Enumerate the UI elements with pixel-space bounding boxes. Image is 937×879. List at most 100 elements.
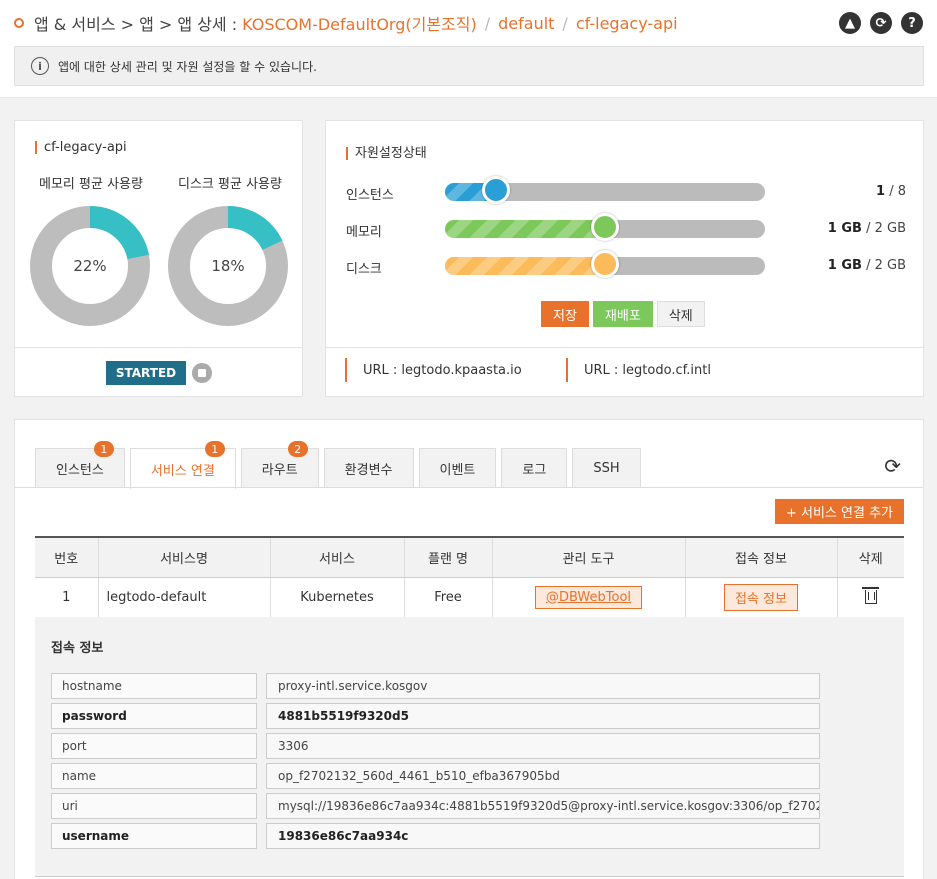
- breadcrumb-dot-icon: [14, 18, 24, 28]
- breadcrumb-separator: /: [562, 13, 568, 33]
- disk-usage-value: 18%: [211, 257, 245, 275]
- connection-row-name: name op_f2702132_560d_4461_b510_efba3679…: [51, 763, 821, 789]
- connection-key: hostname: [51, 673, 257, 699]
- service-type: Kubernetes: [269, 577, 404, 618]
- memory-usage-value: 22%: [73, 257, 107, 275]
- info-text: 앱에 대한 상세 관리 및 자원 설정을 할 수 있습니다.: [58, 59, 317, 74]
- disk-label: 디스크: [346, 262, 382, 277]
- instance-label: 인스턴스: [346, 188, 394, 203]
- connection-row-username: username 19836e86c7aa934c: [51, 823, 821, 849]
- column-header: 서비스: [269, 536, 404, 578]
- tab-routes[interactable]: 라우트 2: [240, 441, 319, 488]
- memory-usage-donut: 22%: [29, 205, 151, 327]
- service-instance-name: legtodo-default: [97, 577, 270, 618]
- connection-value: 4881b5519f9320d5: [266, 703, 820, 729]
- disk-usage-label: 디스크 평균 사용량: [178, 177, 282, 192]
- connection-value: mysql://19836e86c7aa934c:4881b5519f9320d…: [266, 793, 820, 819]
- breadcrumb-path: 앱 & 서비스 > 앱 > 앱 상세 :: [34, 15, 238, 34]
- memory-value: 1 GB / 2 GB: [827, 221, 906, 236]
- column-header: 접속 정보: [684, 536, 837, 578]
- service-binding-table: 번호 서비스명 서비스 플랜 명 관리 도구 접속 정보 삭제 1 legtod…: [35, 536, 904, 618]
- redeploy-button[interactable]: 재배포: [592, 301, 653, 327]
- app-status-button[interactable]: STARTED: [106, 361, 186, 385]
- tab-env-vars[interactable]: 환경변수: [323, 448, 414, 488]
- delete-button[interactable]: 삭제: [656, 301, 705, 327]
- breadcrumb-app: cf-legacy-api: [575, 13, 678, 33]
- connection-value: 3306: [266, 733, 820, 759]
- connection-key: password: [51, 703, 257, 729]
- breadcrumb: 앱 & 서비스 > 앱 > 앱 상세 : KOSCOM-DefaultOrg(기…: [14, 11, 678, 35]
- save-button[interactable]: 저장: [541, 301, 589, 327]
- instance-slider-handle[interactable]: [482, 176, 511, 204]
- connection-row-hostname: hostname proxy-intl.service.kosgov: [51, 673, 821, 699]
- detail-panel: 인스턴스 1 서비스 연결 1 라우트 2 환경변수 이벤트 로그 SSH ⟳ + 서…: [14, 419, 924, 879]
- connection-key: uri: [51, 793, 257, 819]
- connection-info-cell: 접속 정보: [684, 577, 837, 618]
- tab-service-binding[interactable]: 서비스 연결 1: [129, 441, 236, 489]
- management-tool-cell: @DBWebTool: [491, 577, 685, 618]
- table-row: 1 legtodo-default Kubernetes Free @DBWeb…: [35, 577, 904, 618]
- refresh-icon[interactable]: ⟳: [884, 454, 901, 478]
- memory-slider-fill: [445, 220, 605, 238]
- add-service-binding-button[interactable]: + 서비스 연결 추가: [774, 499, 904, 524]
- tab-badge: 2: [287, 441, 308, 457]
- instance-value: 1 / 8: [876, 184, 906, 199]
- instance-slider-row: 인스턴스 1 / 8: [346, 176, 906, 204]
- disk-value: 1 GB / 2 GB: [827, 258, 906, 273]
- header-actions: ▲ ⟳ ?: [839, 12, 923, 34]
- info-icon: i: [31, 57, 49, 75]
- connection-value: 19836e86c7aa934c: [266, 823, 820, 849]
- connection-value: op_f2702132_560d_4461_b510_efba367905bd: [266, 763, 820, 789]
- app-usage-card: cf-legacy-api 메모리 평균 사용량 디스크 평균 사용량 22% …: [14, 120, 303, 397]
- help-icon[interactable]: ?: [901, 12, 923, 34]
- connection-value: proxy-intl.service.kosgov: [266, 673, 820, 699]
- column-header: 서비스명: [97, 536, 270, 578]
- tab-ssh[interactable]: SSH: [572, 448, 641, 488]
- memory-slider-row: 메모리 1 GB / 2 GB: [346, 213, 906, 241]
- connection-key: name: [51, 763, 257, 789]
- disk-usage-donut: 18%: [167, 205, 289, 327]
- connection-info-title: 접속 정보: [51, 641, 104, 656]
- connection-info-button[interactable]: 접속 정보: [724, 583, 798, 611]
- app-url-1[interactable]: URL : legtodo.kpaasta.io: [345, 358, 522, 382]
- tab-badge: 1: [204, 441, 225, 457]
- tab-logs[interactable]: 로그: [501, 448, 568, 488]
- info-banner: i 앱에 대한 상세 관리 및 자원 설정을 할 수 있습니다.: [14, 46, 924, 86]
- app-url-2[interactable]: URL : legtodo.cf.intl: [566, 358, 711, 382]
- connection-key: port: [51, 733, 257, 759]
- column-header: 번호: [35, 536, 98, 578]
- breadcrumb-separator: /: [484, 13, 491, 33]
- tab-events[interactable]: 이벤트: [418, 448, 497, 488]
- stop-icon: [198, 369, 206, 377]
- tab-divider: [15, 487, 923, 488]
- memory-slider-handle[interactable]: [591, 213, 619, 241]
- app-name-title: cf-legacy-api: [35, 141, 127, 154]
- column-header: 플랜 명: [403, 536, 492, 578]
- connection-key: username: [51, 823, 257, 849]
- connection-row-port: port 3306: [51, 733, 821, 759]
- restart-icon[interactable]: ⟳: [870, 12, 892, 34]
- row-number: 1: [35, 577, 98, 618]
- memory-label: 메모리: [346, 225, 382, 240]
- divider: [326, 347, 923, 348]
- divider: [15, 347, 302, 348]
- trash-icon[interactable]: [861, 587, 879, 604]
- column-header: 관리 도구: [491, 536, 685, 578]
- table-header-row: 번호 서비스명 서비스 플랜 명 관리 도구 접속 정보 삭제: [35, 536, 904, 578]
- db-web-tool-link[interactable]: @DBWebTool: [534, 585, 643, 609]
- resource-actions: 저장 재배포 삭제: [541, 301, 705, 327]
- breadcrumb-space[interactable]: default: [498, 14, 554, 33]
- disk-slider-handle[interactable]: [591, 250, 619, 278]
- page-header: 앱 & 서비스 > 앱 > 앱 상세 : KOSCOM-DefaultOrg(기…: [0, 0, 937, 98]
- plan-name: Free: [403, 577, 492, 618]
- column-header: 삭제: [836, 536, 904, 578]
- delete-cell: [836, 577, 904, 618]
- resource-settings-title: 자원설정상태: [346, 147, 427, 160]
- breadcrumb-org[interactable]: KOSCOM-DefaultOrg(기본조직): [242, 11, 477, 35]
- resource-settings-card: 자원설정상태 인스턴스 1 / 8 메모리 1 GB / 2 GB 디스크 1 …: [325, 120, 924, 397]
- stop-button[interactable]: [192, 363, 212, 383]
- connection-info-panel: 접속 정보 hostname proxy-intl.service.kosgov…: [35, 617, 904, 877]
- connection-row-uri: uri mysql://19836e86c7aa934c:4881b5519f9…: [51, 793, 821, 819]
- tab-instances[interactable]: 인스턴스 1: [35, 441, 125, 488]
- upload-icon[interactable]: ▲: [839, 12, 861, 34]
